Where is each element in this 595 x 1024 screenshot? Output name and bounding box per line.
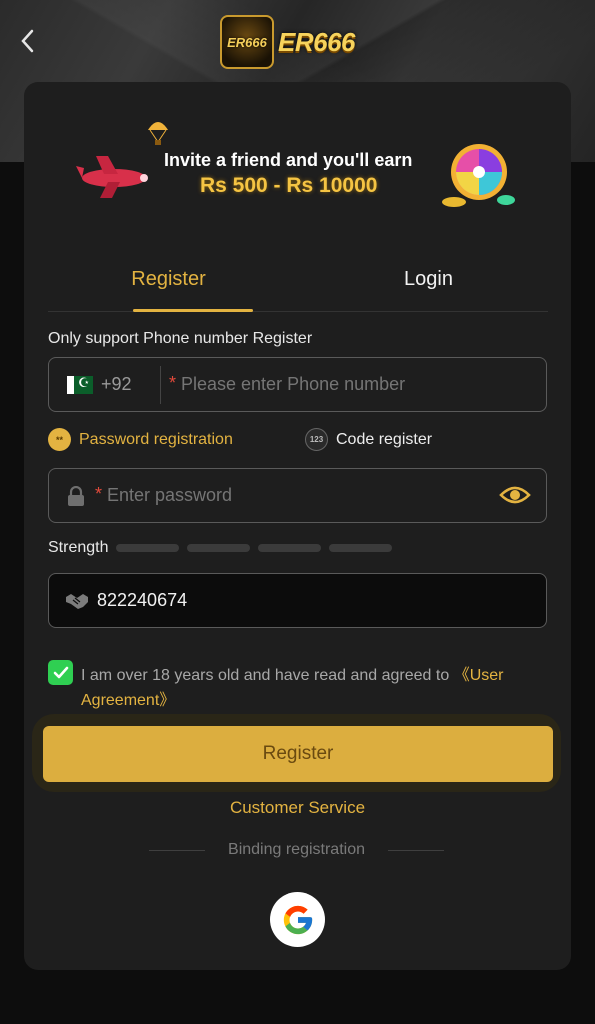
country-code[interactable]: +92 (101, 374, 132, 395)
lock-icon (68, 486, 84, 506)
code-option-label: Code register (336, 430, 433, 448)
binding-registration-label: Binding registration (228, 841, 365, 858)
agreement-statement: I am over 18 years old and have read and… (81, 667, 454, 684)
active-tab-indicator (133, 309, 253, 312)
invite-code-input[interactable] (97, 574, 517, 627)
google-icon (283, 905, 312, 934)
banner-reward-range: Rs 500 - Rs 10000 (200, 174, 378, 197)
required-mark: * (169, 373, 177, 393)
agreement-checkbox[interactable] (48, 660, 73, 685)
register-button-container: Register (32, 714, 561, 792)
register-button[interactable]: Register (43, 726, 553, 782)
google-signin-button[interactable] (270, 892, 325, 947)
code-register-option[interactable]: 123 Code register (305, 428, 432, 451)
strength-segment (116, 544, 180, 552)
password-strength: Strength (48, 539, 393, 557)
password-option-label: Password registration (79, 430, 233, 448)
eye-icon[interactable] (499, 483, 531, 507)
prize-wheel-icon (442, 144, 515, 207)
customer-service-link[interactable]: Customer Service (24, 798, 571, 818)
pakistan-flag-icon[interactable] (67, 375, 93, 394)
register-card: Invite a friend and you'll earn Rs 500 -… (24, 82, 571, 970)
logo-text: ER666 (278, 26, 356, 57)
handshake-icon (66, 594, 88, 609)
divider-line (149, 849, 205, 851)
password-field: * (48, 468, 547, 523)
registration-method-options: ** Password registration 123 Code regist… (48, 428, 547, 454)
strength-segment (187, 544, 251, 552)
phone-input[interactable] (181, 358, 531, 411)
airplane-icon (76, 156, 148, 198)
strength-meter (116, 544, 393, 552)
strength-label: Strength (48, 539, 109, 556)
invite-code-field (48, 573, 547, 628)
field-divider (160, 366, 161, 404)
parachute-icon (148, 122, 168, 145)
tab-register[interactable]: Register (108, 268, 229, 291)
app-logo: ER666 ER666 (220, 14, 356, 70)
invite-banner[interactable]: Invite a friend and you'll earn Rs 500 -… (74, 112, 524, 212)
logo-badge: ER666 (220, 15, 274, 69)
chevron-left-icon (21, 29, 34, 53)
password-registration-option[interactable]: ** Password registration (48, 428, 233, 451)
required-mark: * (95, 484, 103, 504)
agreement-text: I am over 18 years old and have read and… (81, 663, 541, 713)
password-input[interactable] (107, 469, 477, 522)
strength-segment (258, 544, 322, 552)
binding-registration-divider: Binding registration (149, 840, 444, 860)
back-button[interactable] (12, 26, 42, 56)
divider-line (388, 849, 444, 851)
strength-segment (329, 544, 393, 552)
auth-tabs: Register Login (48, 254, 548, 312)
tab-login[interactable]: Login (368, 268, 489, 291)
phone-field: +92 * (48, 357, 547, 412)
register-hint: Only support Phone number Register (48, 330, 313, 347)
banner-headline: Invite a friend and you'll earn (164, 150, 413, 170)
code-option-icon: 123 (305, 428, 328, 451)
password-option-icon: ** (48, 428, 71, 451)
check-icon (53, 666, 68, 678)
